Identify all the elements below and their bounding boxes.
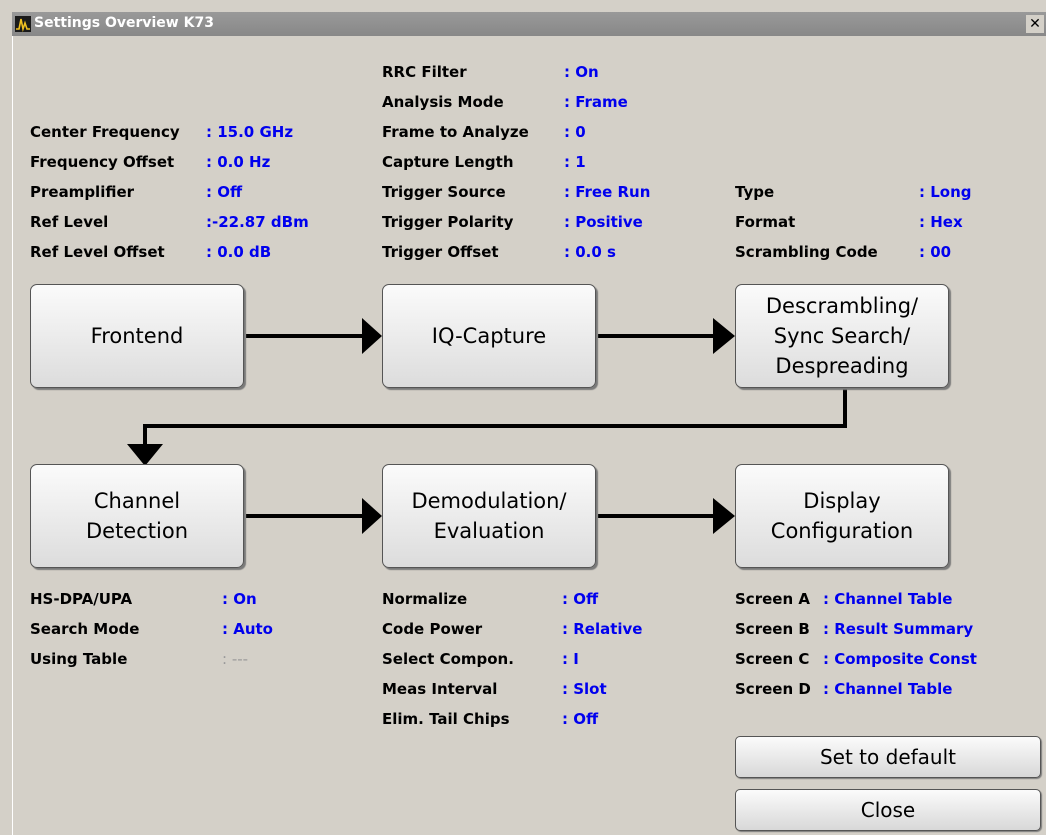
setting-label: Meas Interval: [382, 680, 498, 698]
set-to-default-button[interactable]: Set to default: [735, 736, 1041, 778]
block-channel-detection[interactable]: Channel Detection: [30, 464, 244, 568]
flow-arrows: [127, 318, 847, 534]
setting-label: Using Table: [30, 650, 128, 668]
block-display-configuration[interactable]: Display Configuration: [735, 464, 949, 568]
setting-label: Code Power: [382, 620, 483, 638]
block-descrambling[interactable]: Descrambling/ Sync Search/ Despreading: [735, 284, 949, 388]
setting-label: Select Compon.: [382, 650, 514, 668]
setting-label: Screen B: [735, 620, 810, 638]
setting-value[interactable]: : Channel Table: [823, 588, 952, 610]
setting-value[interactable]: : Channel Table: [823, 678, 952, 700]
setting-value: : ---: [222, 650, 249, 668]
block-iq-capture[interactable]: IQ-Capture: [382, 284, 596, 388]
setting-value[interactable]: : On: [222, 588, 257, 610]
setting-value[interactable]: : Composite Const: [823, 648, 977, 670]
setting-label: HS-DPA/UPA: [30, 590, 133, 608]
close-button[interactable]: Close: [735, 789, 1041, 831]
setting-label: Screen D: [735, 680, 811, 698]
setting-label: Search Mode: [30, 620, 140, 638]
setting-value[interactable]: : Off: [562, 588, 598, 610]
setting-value[interactable]: : Off: [562, 708, 598, 730]
setting-value[interactable]: : I: [562, 648, 579, 670]
setting-label: Normalize: [382, 590, 468, 608]
setting-label: Screen A: [735, 590, 810, 608]
block-demodulation[interactable]: Demodulation/ Evaluation: [382, 464, 596, 568]
setting-value[interactable]: : Auto: [222, 618, 273, 640]
block-frontend[interactable]: Frontend: [30, 284, 244, 388]
setting-value[interactable]: : Result Summary: [823, 618, 973, 640]
setting-value[interactable]: : Slot: [562, 678, 607, 700]
setting-value[interactable]: : Relative: [562, 618, 642, 640]
setting-label: Screen C: [735, 650, 810, 668]
setting-label: Elim. Tail Chips: [382, 710, 510, 728]
